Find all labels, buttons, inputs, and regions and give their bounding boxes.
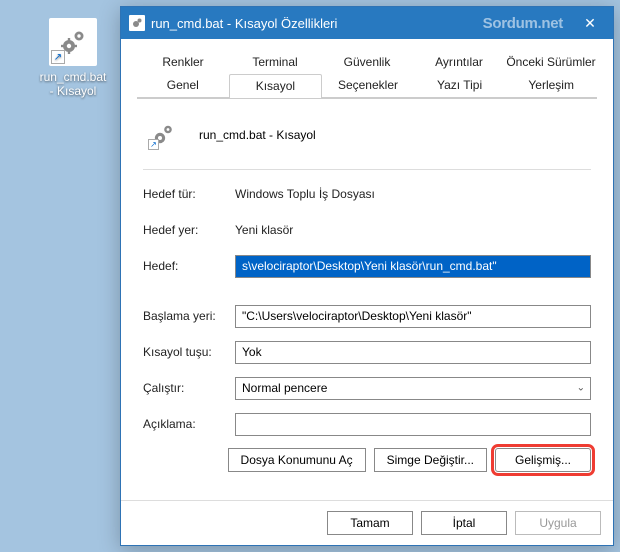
label-target-type: Hedef tür: xyxy=(143,187,235,201)
dialog-footer: Tamam İptal Uygula xyxy=(121,500,613,545)
tab-genel[interactable]: Genel xyxy=(137,74,229,98)
tab-guvenlik[interactable]: Güvenlik xyxy=(321,51,413,74)
desktop-shortcut[interactable]: ↗ run_cmd.bat - Kısayol xyxy=(36,18,110,98)
apply-button[interactable]: Uygula xyxy=(515,511,601,535)
watermark: Sordum.net xyxy=(483,7,563,39)
tab-yazitipi[interactable]: Yazı Tipi xyxy=(414,74,506,98)
titlebar[interactable]: run_cmd.bat - Kısayol Özellikleri Sordum… xyxy=(121,7,613,39)
value-target-type: Windows Toplu İş Dosyası xyxy=(235,187,591,201)
target-input[interactable]: s\velociraptor\Desktop\Yeni klasör\run_c… xyxy=(235,255,591,278)
label-target-loc: Hedef yer: xyxy=(143,223,235,237)
ok-button[interactable]: Tamam xyxy=(327,511,413,535)
gear-icon xyxy=(129,15,145,31)
close-button[interactable]: ✕ xyxy=(567,7,613,39)
tab-ayrintilar[interactable]: Ayrıntılar xyxy=(413,51,505,74)
label-run: Çalıştır: xyxy=(143,381,235,395)
tab-onceki[interactable]: Önceki Sürümler xyxy=(505,51,597,74)
tab-kisayol[interactable]: Kısayol xyxy=(229,74,323,99)
desktop-shortcut-label: run_cmd.bat - Kısayol xyxy=(36,70,110,98)
dialog-title: run_cmd.bat - Kısayol Özellikleri xyxy=(151,16,337,31)
change-icon-button[interactable]: Simge Değiştir... xyxy=(374,448,487,472)
gear-icon: ↗ xyxy=(145,117,181,153)
shortcut-arrow-icon: ↗ xyxy=(148,139,159,150)
tab-yerlesim[interactable]: Yerleşim xyxy=(505,74,597,98)
hotkey-input[interactable] xyxy=(235,341,591,364)
shortcut-name: run_cmd.bat - Kısayol xyxy=(199,128,316,142)
advanced-button[interactable]: Gelişmiş... xyxy=(495,448,591,472)
shortcut-arrow-icon: ↗ xyxy=(51,50,65,64)
gear-icon: ↗ xyxy=(49,18,97,66)
cancel-button[interactable]: İptal xyxy=(421,511,507,535)
value-target-loc: Yeni klasör xyxy=(235,223,591,237)
run-select[interactable]: Normal pencere xyxy=(235,377,591,400)
label-start-in: Başlama yeri: xyxy=(143,309,235,323)
tab-renkler[interactable]: Renkler xyxy=(137,51,229,74)
label-hotkey: Kısayol tuşu: xyxy=(143,345,235,359)
start-in-input[interactable] xyxy=(235,305,591,328)
close-icon: ✕ xyxy=(584,15,596,32)
label-comment: Açıklama: xyxy=(143,417,235,431)
open-location-button[interactable]: Dosya Konumunu Aç xyxy=(228,448,366,472)
tab-secenekler[interactable]: Seçenekler xyxy=(322,74,414,98)
tab-terminal[interactable]: Terminal xyxy=(229,51,321,74)
label-target: Hedef: xyxy=(143,259,235,273)
comment-input[interactable] xyxy=(235,413,591,436)
properties-dialog: run_cmd.bat - Kısayol Özellikleri Sordum… xyxy=(120,6,614,546)
